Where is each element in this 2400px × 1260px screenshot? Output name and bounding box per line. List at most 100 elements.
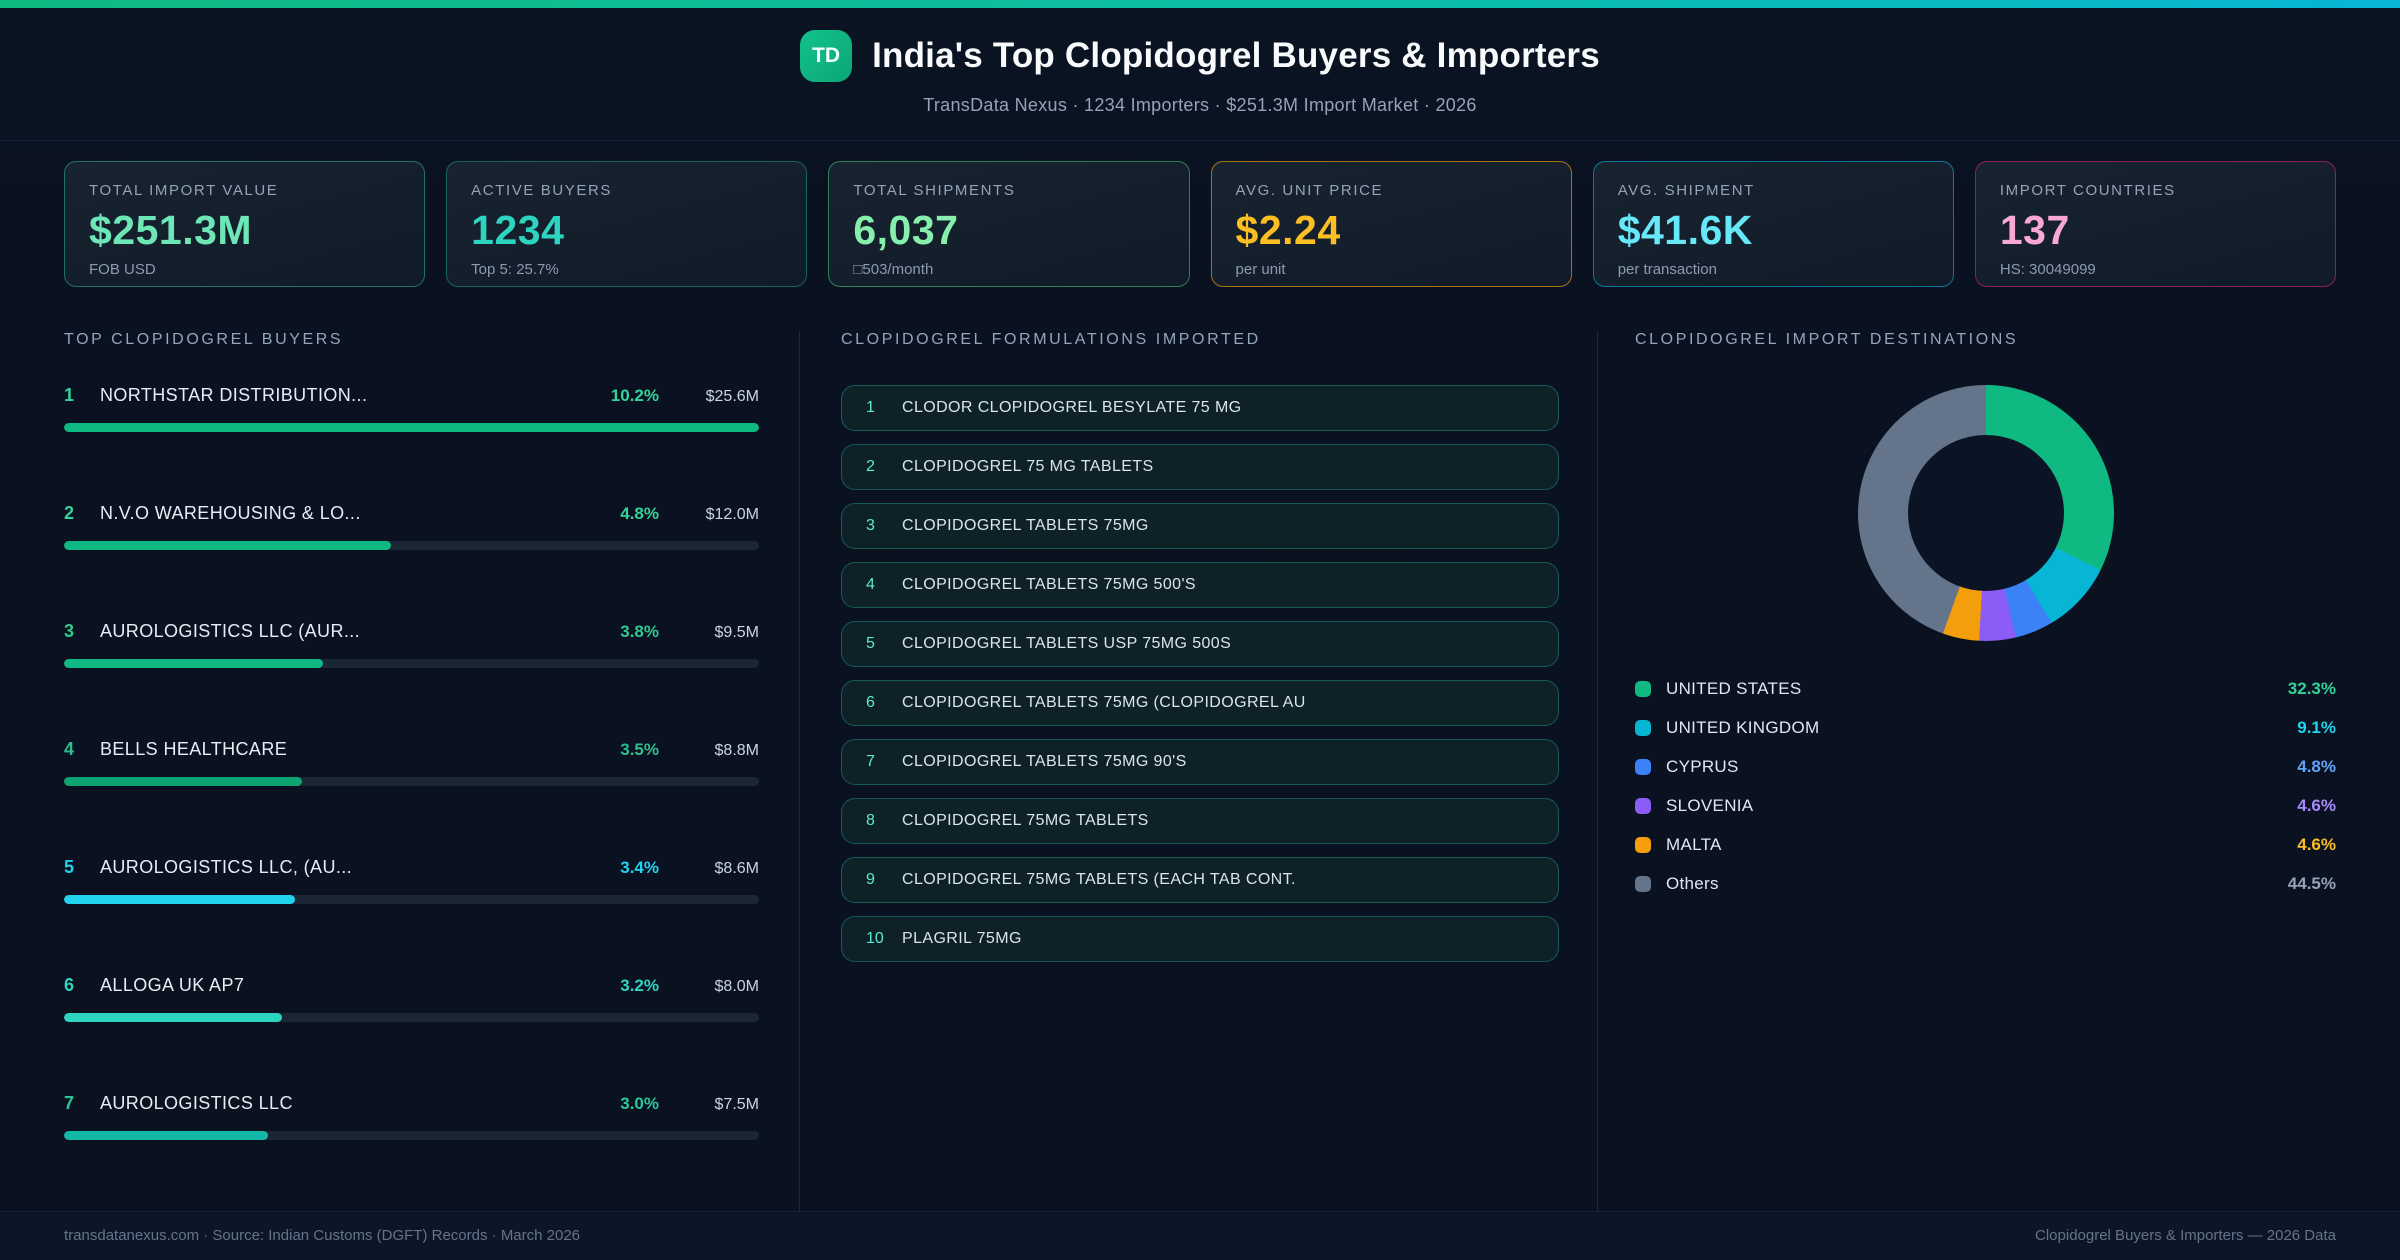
legend-pct: 44.5% <box>2287 874 2336 894</box>
accent-gradient-strip <box>0 0 2400 8</box>
stat-label: TOTAL IMPORT VALUE <box>89 181 279 199</box>
legend-pct: 32.3% <box>2287 679 2336 699</box>
buyer-row-3[interactable]: 3 AUROLOGISTICS LLC (AUR... 3.8% $9.5M <box>64 621 759 668</box>
buyer-share-pct: 3.4% <box>620 857 659 877</box>
buyer-bar-track <box>64 894 759 904</box>
buyer-name: ALLOGA UK AP7 <box>100 974 245 995</box>
formulation-item-8[interactable]: 8 CLOPIDOGREL 75MG TABLETS <box>841 797 1559 844</box>
buyer-import-value: $8.8M <box>714 741 759 759</box>
formulation-name: CLOPIDOGREL 75MG TABLETS <box>902 811 1149 829</box>
legend-label: CYPRUS <box>1666 757 1739 777</box>
legend-pct: 4.6% <box>2297 796 2336 816</box>
buyer-import-value: $25.6M <box>705 387 759 405</box>
stat-sub: □503/month <box>853 260 934 278</box>
legend-pct: 4.8% <box>2297 757 2336 777</box>
footer-report-text: Clopidogrel Buyers & Importers — 2026 Da… <box>2035 1227 2336 1245</box>
buyer-row-4[interactable]: 4 BELLS HEALTHCARE 3.5% $8.8M <box>64 739 759 786</box>
buyer-bar-fill <box>64 658 324 668</box>
buyer-row-7[interactable]: 7 AUROLOGISTICS LLC 3.0% $7.5M <box>64 1093 759 1140</box>
buyer-name: AUROLOGISTICS LLC <box>100 1092 293 1113</box>
buyer-import-value: $8.0M <box>714 977 759 995</box>
buyer-bar-track <box>64 658 759 668</box>
formulation-name: CLOPIDOGREL 75MG TABLETS (EACH TAB CONT. <box>902 870 1296 888</box>
formulation-item-9[interactable]: 9 CLOPIDOGREL 75MG TABLETS (EACH TAB CON… <box>841 856 1559 903</box>
stat-card-total-import-value: TOTAL IMPORT VALUE $251.3M FOB USD <box>64 160 426 287</box>
formulation-item-7[interactable]: 7 CLOPIDOGREL TABLETS 75MG 90'S <box>841 738 1559 785</box>
formulation-item-2[interactable]: 2 CLOPIDOGREL 75 MG TABLETS <box>841 443 1559 490</box>
stat-label: ACTIVE BUYERS <box>471 181 613 199</box>
import-destinations-donut-chart[interactable] <box>1857 384 2114 641</box>
formulation-rank: 8 <box>866 811 875 829</box>
stat-label: TOTAL SHIPMENTS <box>853 181 1016 199</box>
page-footer: transdatanexus.com · Source: Indian Cust… <box>0 1210 2400 1260</box>
formulation-item-10[interactable]: 10 PLAGRIL 75MG <box>841 915 1559 962</box>
donut-hole <box>1907 434 2064 591</box>
legend-item-united-states[interactable]: UNITED STATES 32.3% <box>1635 677 2336 702</box>
stat-value: 6,037 <box>853 206 959 253</box>
formulation-rank: 1 <box>866 398 875 416</box>
formulations-title: CLOPIDOGREL FORMULATIONS IMPORTED <box>841 330 1261 348</box>
formulation-name: CLODOR CLOPIDOGREL BESYLATE 75 MG <box>902 398 1242 416</box>
stat-sub: per unit <box>1235 260 1286 278</box>
stat-label: IMPORT COUNTRIES <box>1999 181 2176 199</box>
formulation-name: CLOPIDOGREL TABLETS USP 75MG 500S <box>902 634 1232 652</box>
buyer-bar-fill <box>64 1012 283 1022</box>
stat-label: AVG. SHIPMENT <box>1617 181 1755 199</box>
formulation-name: CLOPIDOGREL TABLETS 75MG 500'S <box>902 575 1196 593</box>
legend-item-slovenia[interactable]: SLOVENIA 4.6% <box>1635 794 2336 819</box>
buyer-import-value: $7.5M <box>714 1095 759 1113</box>
formulation-rank: 3 <box>866 516 875 534</box>
stat-card-avg-unit-price: AVG. UNIT PRICE $2.24 per unit <box>1210 160 1572 287</box>
legend-pct: 4.6% <box>2297 835 2336 855</box>
formulation-item-4[interactable]: 4 CLOPIDOGREL TABLETS 75MG 500'S <box>841 561 1559 608</box>
legend-swatch <box>1635 798 1651 815</box>
buyer-rank: 5 <box>64 856 75 877</box>
legend-item-united-kingdom[interactable]: UNITED KINGDOM 9.1% <box>1635 716 2336 741</box>
buyer-name: N.V.O WAREHOUSING & LO... <box>100 502 361 523</box>
legend-pct: 9.1% <box>2297 718 2336 738</box>
formulation-item-3[interactable]: 3 CLOPIDOGREL TABLETS 75MG <box>841 502 1559 549</box>
stat-sub: Top 5: 25.7% <box>471 260 559 278</box>
formulation-name: CLOPIDOGREL 75 MG TABLETS <box>902 457 1154 475</box>
legend-item-cyprus[interactable]: CYPRUS 4.8% <box>1635 755 2336 780</box>
buyer-row-5[interactable]: 5 AUROLOGISTICS LLC, (AU... 3.4% $8.6M <box>64 857 759 904</box>
stat-card-import-countries: IMPORT COUNTRIES 137 HS: 30049099 <box>1974 160 2337 287</box>
formulation-rank: 2 <box>866 457 875 475</box>
stat-value: $41.6K <box>1617 206 1753 253</box>
buyer-name: AUROLOGISTICS LLC (AUR... <box>100 620 361 641</box>
stat-value: 1234 <box>471 206 565 253</box>
legend-label: UNITED STATES <box>1666 679 1802 699</box>
buyer-rank: 6 <box>64 974 75 995</box>
buyer-row-6[interactable]: 6 ALLOGA UK AP7 3.2% $8.0M <box>64 975 759 1022</box>
buyer-share-pct: 10.2% <box>610 385 659 405</box>
destinations-panel: CLOPIDOGREL IMPORT DESTINATIONS UNITED S… <box>1598 331 2336 1211</box>
buyer-name: NORTHSTAR DISTRIBUTION... <box>100 384 368 405</box>
buyer-share-pct: 3.8% <box>620 621 659 641</box>
stat-card-active-buyers: ACTIVE BUYERS 1234 Top 5: 25.7% <box>446 160 808 287</box>
buyer-rank: 7 <box>64 1092 75 1113</box>
stat-sub: HS: 30049099 <box>1999 260 2096 278</box>
legend-item-malta[interactable]: MALTA 4.6% <box>1635 833 2336 858</box>
buyer-share-pct: 3.5% <box>620 739 659 759</box>
stat-sub: FOB USD <box>89 260 156 278</box>
footer-source-text: transdatanexus.com · Source: Indian Cust… <box>64 1227 581 1245</box>
formulation-item-5[interactable]: 5 CLOPIDOGREL TABLETS USP 75MG 500S <box>841 620 1559 667</box>
legend-label: UNITED KINGDOM <box>1666 718 1820 738</box>
formulation-rank: 4 <box>866 575 875 593</box>
formulation-item-1[interactable]: 1 CLODOR CLOPIDOGREL BESYLATE 75 MG <box>841 384 1559 431</box>
formulation-name: CLOPIDOGREL TABLETS 75MG (CLOPIDOGREL AU <box>902 693 1306 711</box>
buyer-row-1[interactable]: 1 NORTHSTAR DISTRIBUTION... 10.2% $25.6M <box>64 385 759 432</box>
stat-cards-row: TOTAL IMPORT VALUE $251.3M FOB USD ACTIV… <box>0 160 2400 287</box>
buyer-bar-track <box>64 422 759 432</box>
buyer-row-2[interactable]: 2 N.V.O WAREHOUSING & LO... 4.8% $12.0M <box>64 503 759 550</box>
legend-item-others[interactable]: Others 44.5% <box>1635 872 2336 897</box>
buyer-bar-track <box>64 540 759 550</box>
stat-value: $2.24 <box>1235 206 1341 253</box>
buyer-bar-track <box>64 1012 759 1022</box>
formulation-item-6[interactable]: 6 CLOPIDOGREL TABLETS 75MG (CLOPIDOGREL … <box>841 679 1559 726</box>
buyer-import-value: $9.5M <box>714 623 759 641</box>
legend-swatch <box>1635 837 1651 854</box>
buyer-share-pct: 3.0% <box>620 1093 659 1113</box>
buyer-rank: 4 <box>64 738 75 759</box>
formulation-rank: 6 <box>866 693 875 711</box>
